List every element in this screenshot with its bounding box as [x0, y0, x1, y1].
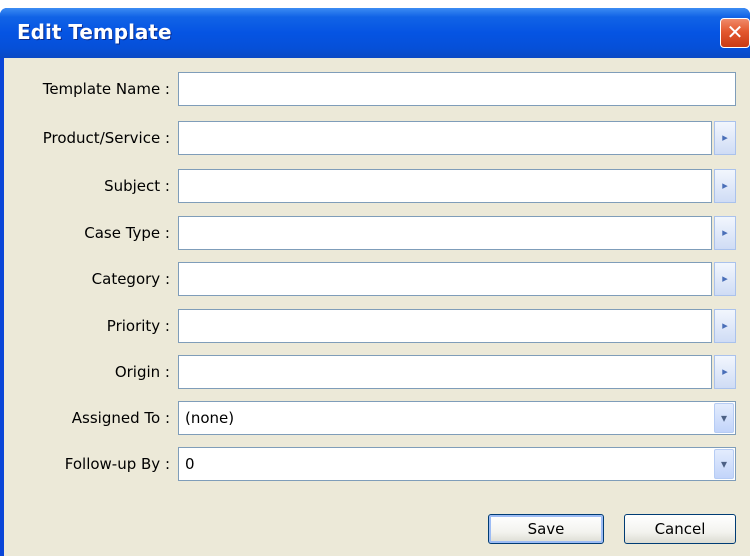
product-service-label: Product/Service : [42, 129, 170, 147]
priority-lookup-button[interactable]: ▸ [714, 309, 736, 343]
origin-input[interactable] [178, 355, 712, 389]
edit-template-window: Edit Template ✕ Template Name : Product/… [0, 8, 750, 556]
arrow-right-icon: ▸ [722, 226, 728, 239]
title-bar[interactable]: Edit Template ✕ [0, 8, 750, 58]
category-lookup-button[interactable]: ▸ [714, 262, 736, 296]
assigned-to-select[interactable]: (none) ▾ [178, 401, 736, 435]
subject-lookup-button[interactable]: ▸ [714, 169, 736, 203]
template-name-label: Template Name : [42, 80, 170, 98]
window-title: Edit Template [17, 20, 172, 44]
product-service-input[interactable] [178, 121, 712, 155]
save-button[interactable]: Save [488, 514, 604, 544]
subject-row: Subject : ▸ [4, 169, 750, 203]
product-service-lookup-button[interactable]: ▸ [714, 121, 736, 155]
origin-lookup-button[interactable]: ▸ [714, 355, 736, 389]
subject-label: Subject : [104, 177, 170, 195]
category-row: Category : ▸ [4, 262, 750, 296]
priority-row: Priority : ▸ [4, 309, 750, 343]
chevron-down-icon: ▾ [720, 457, 728, 471]
priority-input[interactable] [178, 309, 712, 343]
product-service-row: Product/Service : ▸ [4, 121, 750, 155]
assigned-to-dropdown-button[interactable]: ▾ [714, 403, 734, 433]
case-type-label: Case Type : [84, 224, 170, 242]
follow-up-by-select[interactable]: 0 ▾ [178, 447, 736, 481]
assigned-to-row: Assigned To : (none) ▾ [4, 401, 750, 435]
template-name-row: Template Name : [4, 72, 750, 106]
arrow-right-icon: ▸ [722, 179, 728, 192]
category-input[interactable] [178, 262, 712, 296]
assigned-to-value: (none) [185, 409, 235, 427]
case-type-lookup-button[interactable]: ▸ [714, 216, 736, 250]
priority-label: Priority : [106, 317, 170, 335]
follow-up-by-dropdown-button[interactable]: ▾ [714, 449, 734, 479]
arrow-right-icon: ▸ [722, 365, 728, 378]
chevron-down-icon: ▾ [720, 411, 728, 425]
case-type-row: Case Type : ▸ [4, 216, 750, 250]
template-name-input[interactable] [178, 72, 736, 106]
cancel-button[interactable]: Cancel [624, 514, 736, 544]
close-button[interactable]: ✕ [720, 18, 750, 48]
origin-row: Origin : ▸ [4, 355, 750, 389]
follow-up-by-value: 0 [185, 455, 195, 473]
dialog-body: Template Name : Product/Service : ▸ Subj… [4, 58, 750, 556]
arrow-right-icon: ▸ [722, 272, 728, 285]
category-label: Category : [91, 270, 170, 288]
close-icon: ✕ [726, 20, 744, 44]
arrow-right-icon: ▸ [722, 319, 728, 332]
subject-input[interactable] [178, 169, 712, 203]
follow-up-by-label: Follow-up By : [64, 455, 170, 473]
follow-up-by-row: Follow-up By : 0 ▾ [4, 447, 750, 481]
assigned-to-label: Assigned To : [71, 409, 170, 427]
origin-label: Origin : [114, 363, 170, 381]
case-type-input[interactable] [178, 216, 712, 250]
arrow-right-icon: ▸ [722, 131, 728, 144]
